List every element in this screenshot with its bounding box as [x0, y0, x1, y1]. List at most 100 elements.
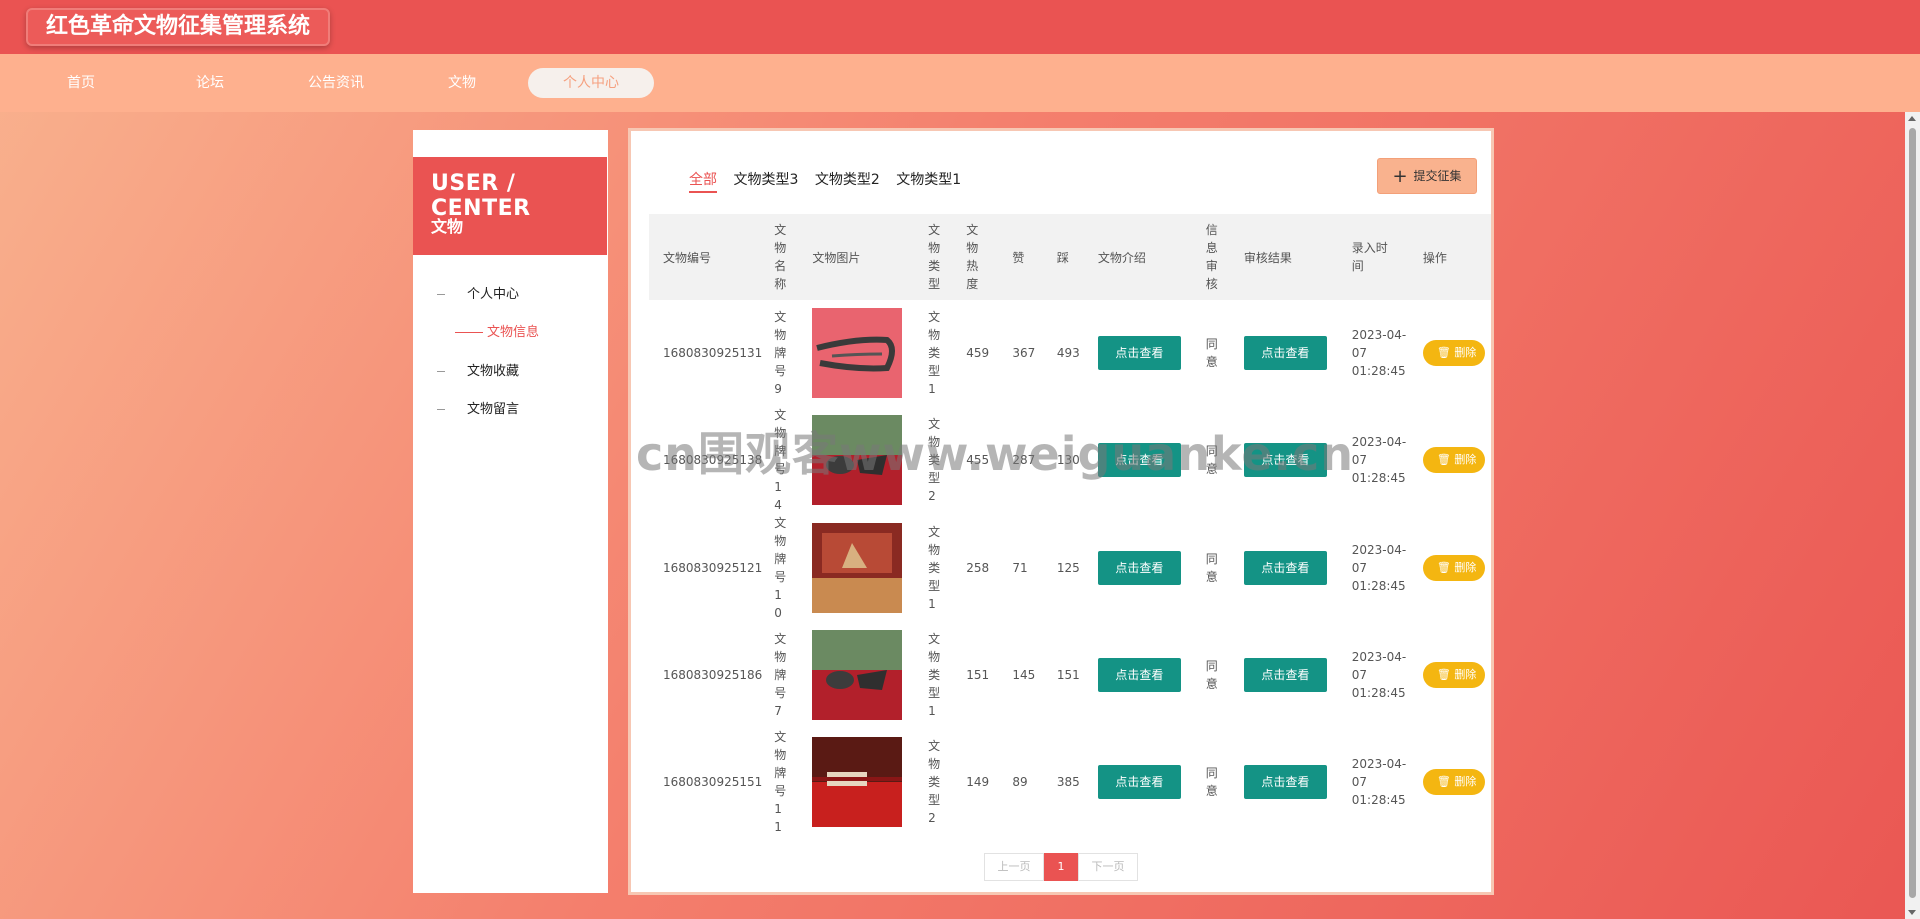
col-header-hot: 文物热度	[966, 223, 979, 291]
filter-type-2[interactable]: 文物类型2	[815, 169, 880, 191]
page-scrollbar[interactable]	[1905, 112, 1920, 919]
cell-time: 2023-04-07 01:28:45	[1351, 435, 1407, 485]
cell-name: 文物牌号10	[774, 516, 787, 620]
sidebar: USER / CENTER 文物 个人中心 文物信息 文物收藏 文物留言	[413, 130, 608, 893]
filter-type-3[interactable]: 文物类型3	[733, 169, 798, 191]
cell-hot: 459	[966, 346, 990, 360]
sidebar-item-relic-favorites[interactable]: 文物收藏	[437, 360, 519, 379]
next-page-button[interactable]: 下一页	[1078, 853, 1138, 881]
cell-no: 1680830925121	[663, 561, 763, 575]
top-header-bar: 红色革命文物征集管理系统	[0, 0, 1920, 54]
cell-name: 文物牌号9	[774, 310, 787, 396]
cell-audit: 同意	[1205, 552, 1218, 584]
sidebar-item-user-center[interactable]: 个人中心	[437, 283, 519, 302]
cell-audit: 同意	[1205, 337, 1218, 369]
cell-no: 1680830925151	[663, 775, 763, 789]
view-result-button[interactable]: 点击查看	[1243, 765, 1327, 799]
cell-up: 89	[1012, 775, 1028, 789]
trash-icon: 🗑	[1436, 775, 1455, 788]
nav-item-forum[interactable]: 论坛	[147, 68, 273, 98]
dash-icon	[437, 371, 445, 372]
nav-item-home[interactable]: 首页	[18, 68, 144, 98]
table-header-row: 文物编号 文物名称 文物图片 文物类型 文物热度 赞 踩 文物介绍 信息审核 审…	[649, 214, 1491, 300]
nav-item-news[interactable]: 公告资讯	[273, 68, 399, 98]
cell-down: 385	[1056, 775, 1080, 789]
delete-button[interactable]: 🗑 删除	[1422, 340, 1485, 366]
nav-item-user-center[interactable]: 个人中心	[528, 68, 654, 98]
sidebar-item-relic-messages[interactable]: 文物留言	[437, 398, 519, 417]
prev-page-button[interactable]: 上一页	[984, 853, 1044, 881]
plus-icon: +	[1392, 166, 1408, 187]
table-row: 1680830925151 文物牌号11 文物类型2 149 89 385 点击…	[649, 728, 1491, 836]
view-intro-button[interactable]: 点击查看	[1097, 551, 1181, 585]
cell-type: 文物类型1	[928, 525, 941, 611]
relic-image-bugle[interactable]	[812, 308, 903, 398]
scroll-down-icon[interactable]	[1908, 910, 1916, 915]
sidebar-header: USER / CENTER 文物	[413, 157, 607, 255]
cell-up: 367	[1012, 346, 1036, 360]
col-header-op: 操作	[1422, 250, 1447, 265]
view-result-button[interactable]: 点击查看	[1243, 336, 1327, 370]
nav-item-relics[interactable]: 文物	[399, 68, 525, 98]
trash-icon: 🗑	[1436, 346, 1455, 359]
col-header-image: 文物图片	[812, 250, 861, 265]
col-header-name: 文物名称	[774, 223, 787, 291]
view-result-button[interactable]: 点击查看	[1243, 658, 1327, 692]
delete-button[interactable]: 🗑 删除	[1422, 555, 1485, 581]
view-intro-button[interactable]: 点击查看	[1097, 336, 1181, 370]
view-result-button[interactable]: 点击查看	[1243, 551, 1327, 585]
delete-button[interactable]: 🗑 删除	[1422, 447, 1485, 473]
cell-name: 文物牌号11	[774, 730, 787, 834]
main-nav: 首页 论坛 公告资讯 文物 个人中心	[0, 54, 1920, 112]
dash-icon	[437, 409, 445, 410]
cell-type: 文物类型2	[928, 739, 941, 825]
cell-time: 2023-04-07 01:28:45	[1351, 650, 1407, 700]
col-header-audit: 信息审核	[1205, 223, 1218, 291]
col-header-up: 赞	[1012, 250, 1025, 265]
relic-image-grenade-2[interactable]	[812, 630, 903, 720]
filter-type-1[interactable]: 文物类型1	[896, 169, 961, 191]
view-intro-button[interactable]: 点击查看	[1097, 658, 1181, 692]
cell-time: 2023-04-07 01:28:45	[1351, 757, 1407, 807]
watermark: cn围观客www.weiguanke.cn	[636, 427, 1355, 481]
filter-all[interactable]: 全部	[689, 169, 717, 193]
cell-down: 493	[1056, 346, 1080, 360]
cell-time: 2023-04-07 01:28:45	[1351, 543, 1407, 593]
sidebar-title-cn: 文物	[431, 217, 464, 236]
sidebar-item-relic-info[interactable]: 文物信息	[455, 321, 539, 340]
cell-time: 2023-04-07 01:28:45	[1351, 328, 1407, 378]
cell-audit: 同意	[1205, 659, 1218, 691]
cell-up: 71	[1012, 561, 1028, 575]
col-header-intro: 文物介绍	[1097, 250, 1146, 265]
scroll-thumb[interactable]	[1909, 128, 1916, 898]
relic-table: 文物编号 文物名称 文物图片 文物类型 文物热度 赞 踩 文物介绍 信息审核 审…	[649, 214, 1491, 836]
relic-image-diorama[interactable]	[812, 523, 903, 613]
scroll-up-icon[interactable]	[1908, 116, 1916, 121]
cell-type: 文物类型1	[928, 310, 941, 396]
cell-audit: 同意	[1205, 766, 1218, 798]
table-row: 1680830925121 文物牌号10 文物类型1 258 71 125 点击…	[649, 514, 1491, 622]
cell-hot: 151	[966, 668, 990, 682]
col-header-down: 踩	[1056, 250, 1069, 265]
trash-icon: 🗑	[1436, 668, 1455, 681]
pagination: 上一页 1 下一页	[984, 853, 1138, 881]
dash-icon	[437, 294, 445, 295]
submit-collection-button[interactable]: + 提交征集	[1377, 158, 1477, 194]
view-intro-button[interactable]: 点击查看	[1097, 765, 1181, 799]
cell-no: 1680830925186	[663, 668, 763, 682]
main-panel: 全部 文物类型3 文物类型2 文物类型1 + 提交征集 文物编号 文物名称 文物图…	[628, 128, 1494, 895]
relic-image-case[interactable]	[812, 737, 903, 827]
table-row: 1680830925186 文物牌号7 文物类型1 151 145 151 点击…	[649, 622, 1491, 728]
delete-button[interactable]: 🗑 删除	[1422, 662, 1485, 688]
dash-icon	[455, 332, 483, 333]
cell-hot: 149	[966, 775, 990, 789]
trash-icon: 🗑	[1436, 453, 1455, 466]
cell-type: 文物类型1	[928, 632, 941, 718]
cell-down: 151	[1056, 668, 1080, 682]
delete-button[interactable]: 🗑 删除	[1422, 769, 1485, 795]
cell-no: 1680830925131	[663, 346, 763, 360]
trash-icon: 🗑	[1436, 561, 1455, 574]
col-header-no: 文物编号	[663, 250, 712, 265]
cell-up: 145	[1012, 668, 1036, 682]
current-page-button[interactable]: 1	[1044, 853, 1078, 881]
